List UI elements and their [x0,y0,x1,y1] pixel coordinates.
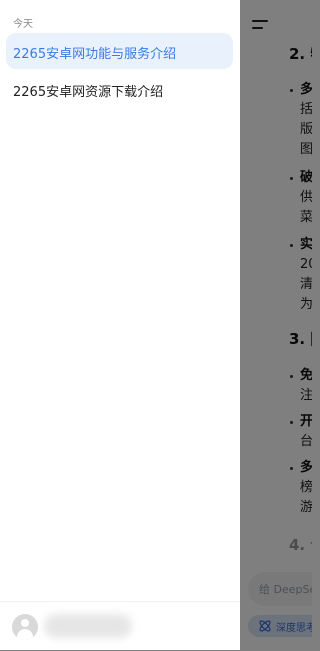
username-blurred[interactable] [44,614,132,638]
bullet-line: 版 [300,122,312,137]
bullet-bold: 多 [300,460,312,475]
section-heading: 2. 特 [289,45,312,63]
history-item-label: 2265安卓网功能与服务介绍 [13,47,177,62]
bullet-line: 台 [300,434,312,449]
message-input-placeholder: 给 DeepSe [259,583,312,596]
bullet-bold: 多 [300,82,312,97]
bullet-dot [290,375,293,378]
bullet-line: 20 [300,257,312,272]
deep-think-button[interactable]: 深度思考 [248,615,312,637]
bullet-line: 榜 [300,480,312,495]
chat-panel: 2. 特 多 括 版 图 破 供 菜 实 20 清 为 3. 随 免 注 开 台… [240,0,312,650]
bullet-dot [290,244,293,247]
bullet-dot [290,177,293,180]
bullet-line: 游 [300,500,312,515]
menu-icon[interactable] [252,18,270,32]
history-item[interactable]: 2265安卓网资源下载介绍 [6,71,233,107]
bullet-line: 注 [300,388,312,403]
bullet-dot [290,467,293,470]
bullet-bold: 破 [300,170,312,185]
bullet-line: 供 [300,190,312,205]
history-item[interactable]: 2265安卓网功能与服务介绍 [6,33,233,69]
section-label-today: 今天 [13,19,33,30]
avatar[interactable] [12,614,38,640]
message-input[interactable]: 给 DeepSe [248,572,312,606]
history-item-label: 2265安卓网资源下载介绍 [13,85,164,100]
bullet-line: 括 [300,102,312,117]
bullet-bold: 免 [300,368,312,383]
bullet-line: 清 [300,277,312,292]
drawer-footer [0,601,240,651]
history-drawer: 今天 2265安卓网功能与服务介绍 2265安卓网资源下载介绍 [0,0,240,650]
bullet-line: 菜 [300,210,312,225]
deep-think-label: 深度思考 [276,623,312,634]
bullet-line: 图 [300,142,312,157]
bullet-line: 为 [300,297,312,312]
bullet-bold: 开 [300,414,312,429]
deep-think-icon [259,620,271,632]
bullet-dot [290,421,293,424]
section-heading: 4. 设 [289,536,312,554]
section-heading: 3. 随 [289,330,312,348]
bullet-dot [290,89,293,92]
bullet-bold: 实 [300,237,312,252]
